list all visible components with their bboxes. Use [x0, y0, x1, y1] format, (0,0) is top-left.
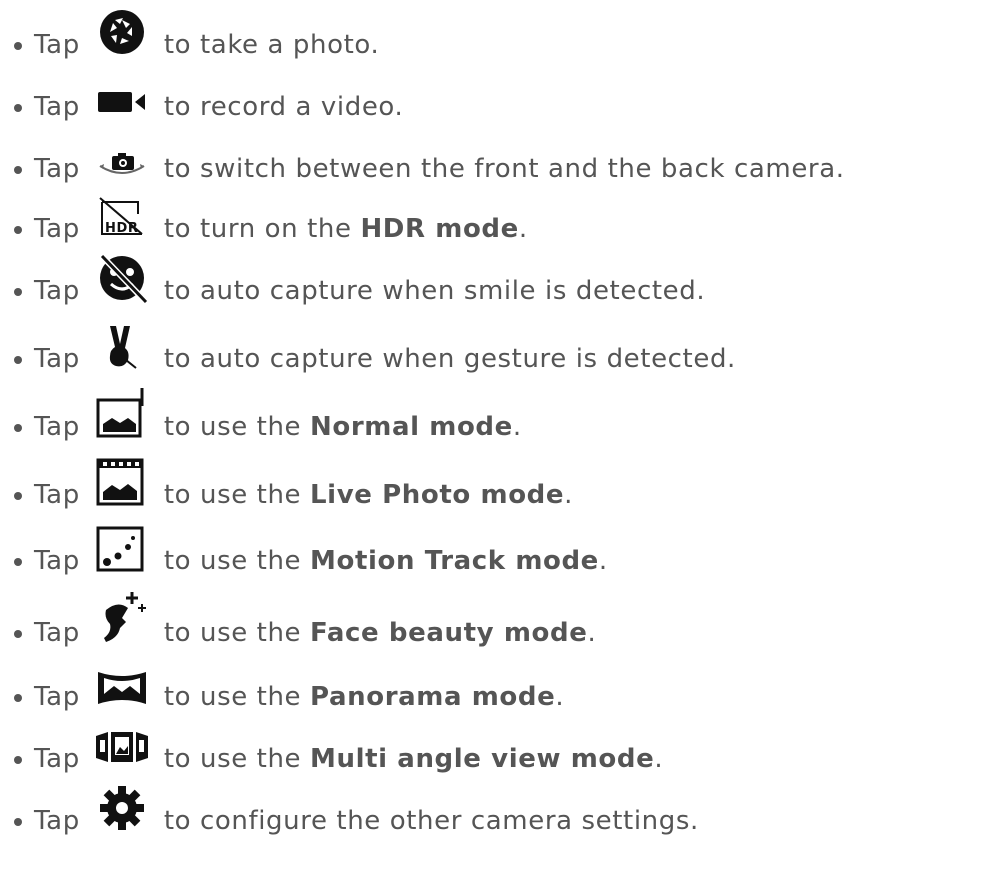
list-item: Tap to use the Normal mode.: [14, 382, 522, 442]
list-item: Tap to auto capture when smile is detect…: [14, 246, 705, 306]
list-item: Tap to use the Live Photo mode.: [14, 450, 573, 510]
bullet: [14, 424, 22, 432]
item-text: to use the Normal mode.: [163, 412, 522, 442]
motion-track-icon: [92, 516, 152, 576]
bullet: [14, 166, 22, 174]
bullet: [14, 558, 22, 566]
list-item: Tap to use the Motion Track mode.: [14, 516, 608, 576]
tap-label: Tap: [34, 344, 80, 374]
tap-label: Tap: [34, 480, 80, 510]
tap-label: Tap: [34, 214, 80, 244]
bullet: [14, 630, 22, 638]
item-text: to take a photo.: [163, 30, 380, 60]
tap-label: Tap: [34, 30, 80, 60]
live-photo-icon: [92, 450, 152, 510]
bullet: [14, 288, 22, 296]
list-item: Tap to take a photo.: [14, 0, 379, 60]
tap-label: Tap: [34, 412, 80, 442]
bullet: [14, 104, 22, 112]
item-text: to use the Multi angle view mode.: [163, 744, 664, 774]
panorama-icon: [92, 652, 152, 712]
item-text: to use the Panorama mode.: [163, 682, 565, 712]
bullet: [14, 818, 22, 826]
item-text: to auto capture when gesture is detected…: [163, 344, 736, 374]
tap-label: Tap: [34, 682, 80, 712]
item-text: to use the Live Photo mode.: [163, 480, 573, 510]
face-beauty-icon: [92, 588, 152, 648]
list-item: Tap to auto capture when gesture is dete…: [14, 314, 736, 374]
list-item: Tap to record a video.: [14, 62, 403, 122]
item-text: to turn on the HDR mode.: [163, 214, 528, 244]
tap-label: Tap: [34, 546, 80, 576]
item-text: to use the Motion Track mode.: [163, 546, 608, 576]
item-text: to auto capture when smile is detected.: [163, 276, 706, 306]
video-camera-icon: [92, 62, 152, 122]
item-text: to configure the other camera settings.: [163, 806, 699, 836]
switch-camera-icon: [92, 124, 152, 184]
tap-label: Tap: [34, 276, 80, 306]
normal-mode-icon: [92, 382, 152, 442]
camera-controls-list: Tap to take a photo. Tap to record a vid…: [0, 0, 1004, 871]
tap-label: Tap: [34, 744, 80, 774]
list-item: Tap to use the Multi angle view mode.: [14, 714, 663, 774]
list-item: Tap to use the Face beauty mode.: [14, 588, 596, 648]
multi-angle-icon: [92, 714, 152, 774]
bullet: [14, 492, 22, 500]
list-item: Tap to use the Panorama mode.: [14, 652, 564, 712]
list-item: Tap to configure the other camera settin…: [14, 776, 699, 836]
svg-text:HDR: HDR: [105, 221, 138, 236]
tap-label: Tap: [34, 92, 80, 122]
settings-gear-icon: [92, 776, 152, 836]
list-item: Tap HDR to turn on the HDR mode.: [14, 184, 528, 244]
list-item: Tap to switch between the front and the …: [14, 124, 845, 184]
item-text: to switch between the front and the back…: [163, 154, 845, 184]
smile-capture-off-icon: [92, 246, 152, 306]
hdr-off-icon: HDR: [92, 184, 152, 244]
tap-label: Tap: [34, 618, 80, 648]
tap-label: Tap: [34, 806, 80, 836]
bullet: [14, 694, 22, 702]
shutter-icon: [92, 0, 152, 60]
bullet: [14, 42, 22, 50]
gesture-capture-icon: [92, 314, 152, 374]
item-text: to record a video.: [163, 92, 404, 122]
bullet: [14, 356, 22, 364]
bullet: [14, 226, 22, 234]
item-text: to use the Face beauty mode.: [163, 618, 597, 648]
bullet: [14, 756, 22, 764]
tap-label: Tap: [34, 154, 80, 184]
